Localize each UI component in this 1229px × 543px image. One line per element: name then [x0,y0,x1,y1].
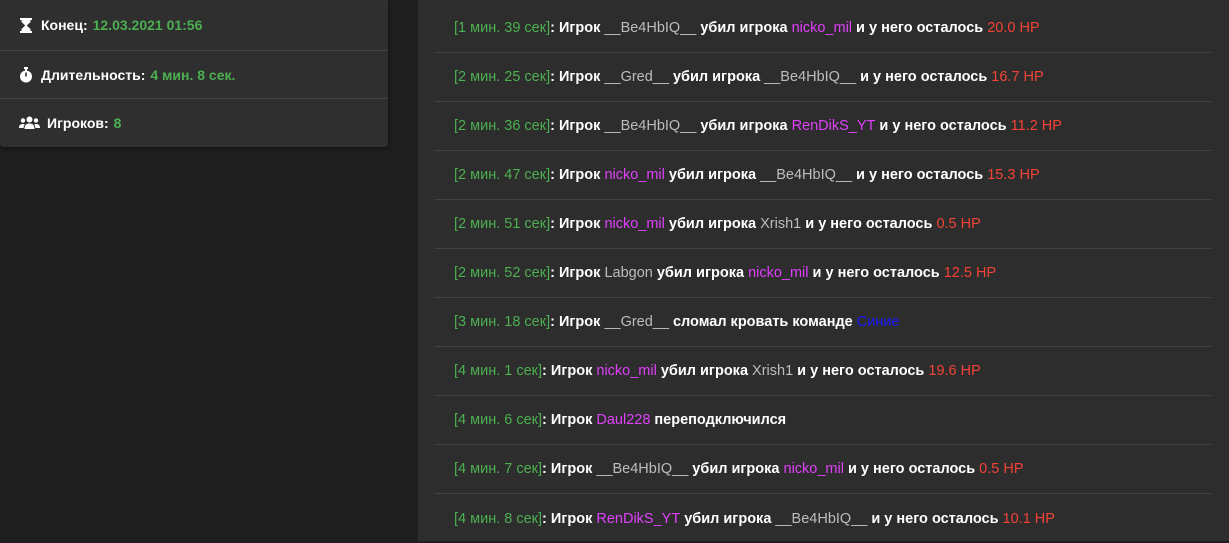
hp-value: 0.5 HP [979,461,1024,477]
log-text: убил игрока [664,167,761,183]
team-name: Синие [856,314,900,330]
log-timestamp: [2 мин. 25 сек] [454,69,551,85]
log-text: : Игрок [542,363,597,379]
game-info-card: Конец: 12.03.2021 01:56 Длительность: 4 … [0,0,388,147]
hp-value: 15.3 HP [987,167,1040,183]
log-timestamp: [1 мин. 39 сек] [454,19,551,36]
log-text: убил игрока [680,510,776,527]
player-name: nicko_mil [604,216,665,232]
player-name: __Be4HbIQ__ [604,19,697,36]
log-entry: [4 мин. 6 сек]: Игрок Daul228 переподклю… [435,396,1211,445]
log-text: и у него осталось [808,265,944,281]
event-log-list: [1 мин. 39 сек]: Игрок __Be4HbIQ__ убил … [435,3,1211,543]
stopwatch-icon [17,66,35,84]
log-timestamp: [4 мин. 6 сек] [454,412,543,428]
users-icon [17,114,41,132]
log-entry: [4 мин. 7 сек]: Игрок __Be4HbIQ__ убил и… [435,445,1211,494]
log-text: убил игрока [696,19,792,36]
player-name: nicko_mil [783,461,844,477]
log-entry: [1 мин. 39 сек]: Игрок __Be4HbIQ__ убил … [435,3,1211,53]
log-text: : Игрок [550,69,605,85]
end-time-row: Конец: 12.03.2021 01:56 [0,0,388,51]
event-log-panel: [1 мин. 39 сек]: Игрок __Be4HbIQ__ убил … [418,0,1229,541]
log-timestamp: [2 мин. 51 сек] [454,216,551,232]
duration-value: 4 мин. 8 сек. [150,66,236,83]
log-entry: [2 мин. 36 сек]: Игрок __Be4HbIQ__ убил … [435,102,1211,151]
log-entry: [2 мин. 47 сек]: Игрок nicko_mil убил иг… [435,151,1211,200]
player-name: Xrish1 [760,216,802,232]
log-timestamp: [3 мин. 18 сек] [454,314,551,330]
log-text: и у него осталось [801,216,937,232]
player-name: nicko_mil [596,363,657,379]
log-entry: [4 мин. 8 сек]: Игрок RenDikS_YT убил иг… [435,494,1211,543]
hp-value: 0.5 HP [936,216,981,232]
log-timestamp: [2 мин. 47 сек] [454,167,551,183]
log-entry: [3 мин. 18 сек]: Игрок __Gred__ сломал к… [435,298,1211,347]
players-value: 8 [113,115,122,131]
player-name: nicko_mil [791,19,853,36]
player-name: Labgon [604,265,653,281]
log-text: и у него осталось [843,461,980,477]
hp-value: 16.7 HP [991,69,1044,85]
player-name: Xrish1 [752,363,794,379]
duration-row: Длительность: 4 мин. 8 сек. [0,51,388,99]
log-text: переподключился [650,412,787,428]
duration-label: Длительность: [41,66,146,83]
log-entry: [2 мин. 51 сек]: Игрок nicko_mil убил иг… [435,200,1211,249]
log-text: : Игрок [542,412,597,428]
log-text: убил игрока [656,363,753,379]
log-text: убил игрока [652,265,749,281]
player-name: __Be4HbIQ__ [604,118,697,134]
log-text: : Игрок [550,216,605,232]
log-text: : Игрок [550,167,605,183]
log-text: сломал кровать команде [668,314,857,330]
player-name: Daul228 [596,412,651,428]
log-timestamp: [2 мин. 52 сек] [454,265,551,281]
player-name: __Be4HbIQ__ [760,167,853,183]
log-text: и у него осталось [856,69,992,85]
log-text: и у него осталось [793,363,929,379]
players-row: Игроков: 8 [0,99,388,147]
hp-value: 10.1 HP [1002,510,1055,527]
log-text: и у него осталось [875,118,1011,134]
log-text: : Игрок [550,118,605,134]
log-entry: [2 мин. 25 сек]: Игрок __Gred__ убил игр… [435,53,1211,102]
end-time-value: 12.03.2021 01:56 [92,17,203,33]
hp-value: 12.5 HP [943,265,997,281]
log-text: и у него осталось [867,510,1003,527]
player-name: nicko_mil [748,265,809,281]
log-text: убил игрока [664,216,761,232]
log-text: убил игрока [688,461,784,477]
log-text: убил игрока [668,69,765,85]
player-name: RenDikS_YT [596,510,681,527]
log-timestamp: [4 мин. 1 сек] [454,363,543,379]
player-name: nicko_mil [604,167,665,183]
hourglass-icon [17,16,35,34]
player-name: __Be4HbIQ__ [596,461,689,477]
log-text: : Игрок [542,461,597,477]
log-text: убил игрока [696,118,792,134]
log-text: : Игрок [550,265,605,281]
hp-value: 20.0 HP [987,19,1040,36]
player-name: __Gred__ [604,314,669,330]
log-entry: [4 мин. 1 сек]: Игрок nicko_mil убил игр… [435,347,1211,396]
log-timestamp: [2 мин. 36 сек] [454,118,551,134]
player-name: __Be4HbIQ__ [775,510,868,527]
player-name: __Be4HbIQ__ [764,69,857,85]
log-text: и у него осталось [852,167,988,183]
log-text: : Игрок [542,510,597,527]
hp-value: 11.2 HP [1010,118,1062,134]
log-timestamp: [4 мин. 8 сек] [454,510,543,527]
log-timestamp: [4 мин. 7 сек] [454,461,543,477]
log-entry: [2 мин. 52 сек]: Игрок Labgon убил игрок… [435,249,1211,298]
log-text: и у него осталось [852,19,988,36]
end-time-label: Конец: [41,17,88,33]
log-text: : Игрок [550,314,605,330]
log-text: : Игрок [550,19,605,36]
player-name: __Gred__ [604,69,669,85]
hp-value: 19.6 HP [928,363,981,379]
player-name: RenDikS_YT [791,118,876,134]
players-label: Игроков: [47,115,109,131]
